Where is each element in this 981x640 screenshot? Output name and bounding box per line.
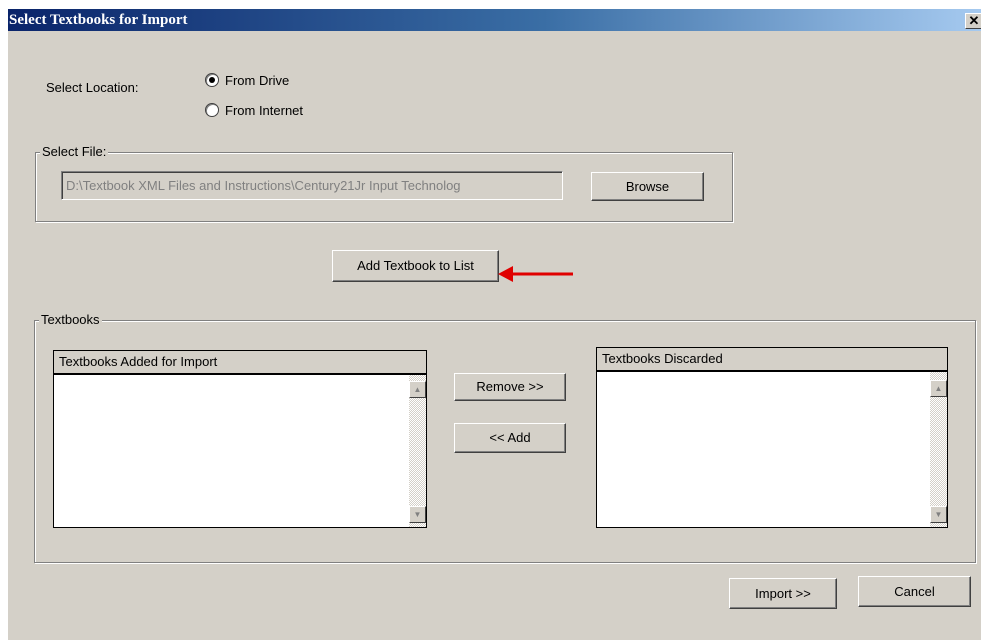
dialog-title: Select Textbooks for Import: [9, 12, 188, 28]
add-back-button[interactable]: << Add: [454, 423, 566, 453]
remove-button[interactable]: Remove >>: [454, 373, 566, 401]
radio-unchecked-icon[interactable]: [205, 103, 219, 117]
discarded-list[interactable]: ▲ ▼: [596, 371, 948, 528]
import-dialog: Select Textbooks for Import ✕ Select Loc…: [7, 8, 981, 640]
file-path-field[interactable]: D:\Textbook XML Files and Instructions\C…: [61, 171, 563, 200]
select-location-label: Select Location:: [46, 80, 139, 95]
radio-from-drive[interactable]: From Drive: [205, 73, 289, 88]
radio-checked-icon[interactable]: [205, 73, 219, 87]
added-list-scrollbar[interactable]: ▲ ▼: [409, 375, 426, 527]
radio-from-internet[interactable]: From Internet: [205, 103, 303, 118]
red-arrow-icon: [498, 266, 573, 282]
scroll-up-icon[interactable]: ▲: [930, 380, 947, 397]
radio-from-internet-label: From Internet: [225, 103, 304, 118]
radio-from-drive-label: From Drive: [225, 73, 290, 88]
textbooks-group-label: Textbooks: [39, 312, 102, 327]
scroll-up-icon[interactable]: ▲: [409, 381, 426, 398]
added-list-header: Textbooks Added for Import: [53, 350, 427, 374]
added-for-import-list[interactable]: ▲ ▼: [53, 374, 427, 528]
import-button[interactable]: Import >>: [729, 578, 837, 609]
scroll-down-icon[interactable]: ▼: [930, 506, 947, 523]
close-icon[interactable]: ✕: [965, 13, 981, 29]
browse-button[interactable]: Browse: [591, 172, 704, 201]
select-file-group-label: Select File:: [40, 144, 109, 159]
discarded-list-header: Textbooks Discarded: [596, 347, 948, 371]
title-bar[interactable]: Select Textbooks for Import ✕: [8, 9, 981, 31]
cancel-button[interactable]: Cancel: [858, 576, 971, 607]
discarded-list-scrollbar[interactable]: ▲ ▼: [930, 372, 947, 527]
scroll-down-icon[interactable]: ▼: [409, 506, 426, 523]
